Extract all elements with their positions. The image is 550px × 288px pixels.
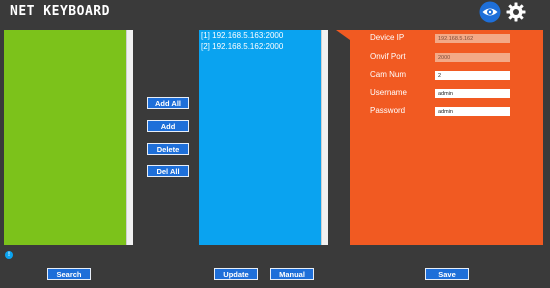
search-button[interactable]: Search	[47, 268, 91, 280]
device-list-item[interactable]: [1] 192.168.5.163:2000	[201, 30, 320, 41]
device-settings-panel: Device IP Onvif Port Cam Num Username Pa…	[350, 30, 543, 245]
update-button[interactable]: Update	[214, 268, 258, 280]
search-results-list[interactable]	[4, 30, 133, 245]
onvif-port-label: Onvif Port	[370, 52, 406, 61]
username-label: Username	[370, 88, 407, 97]
save-button[interactable]: Save	[425, 268, 469, 280]
add-button[interactable]: Add	[147, 120, 189, 132]
panel-notch	[336, 30, 350, 40]
info-icon[interactable]: !	[5, 251, 13, 259]
middle-scrollbar[interactable]	[321, 30, 328, 245]
device-list-panel[interactable]: [1] 192.168.5.163:2000 [2] 192.168.5.162…	[199, 30, 328, 245]
cam-num-field[interactable]	[435, 71, 510, 80]
gear-icon[interactable]	[505, 1, 527, 23]
delete-button[interactable]: Delete	[147, 143, 189, 155]
onvif-port-field[interactable]	[435, 53, 510, 62]
eye-icon[interactable]	[479, 1, 501, 23]
device-list: [1] 192.168.5.163:2000 [2] 192.168.5.162…	[201, 30, 320, 52]
username-field[interactable]	[435, 89, 510, 98]
device-ip-label: Device IP	[370, 33, 405, 42]
device-ip-field[interactable]	[435, 34, 510, 43]
password-label: Password	[370, 106, 406, 115]
cam-num-label: Cam Num	[370, 70, 407, 79]
app-title: NET KEYBOARD	[10, 4, 110, 19]
manual-button[interactable]: Manual	[270, 268, 314, 280]
device-list-item[interactable]: [2] 192.168.5.162:2000	[201, 41, 320, 52]
del-all-button[interactable]: Del All	[147, 165, 189, 177]
left-scrollbar[interactable]	[126, 30, 133, 245]
add-all-button[interactable]: Add All	[147, 97, 189, 109]
password-field[interactable]	[435, 107, 510, 116]
